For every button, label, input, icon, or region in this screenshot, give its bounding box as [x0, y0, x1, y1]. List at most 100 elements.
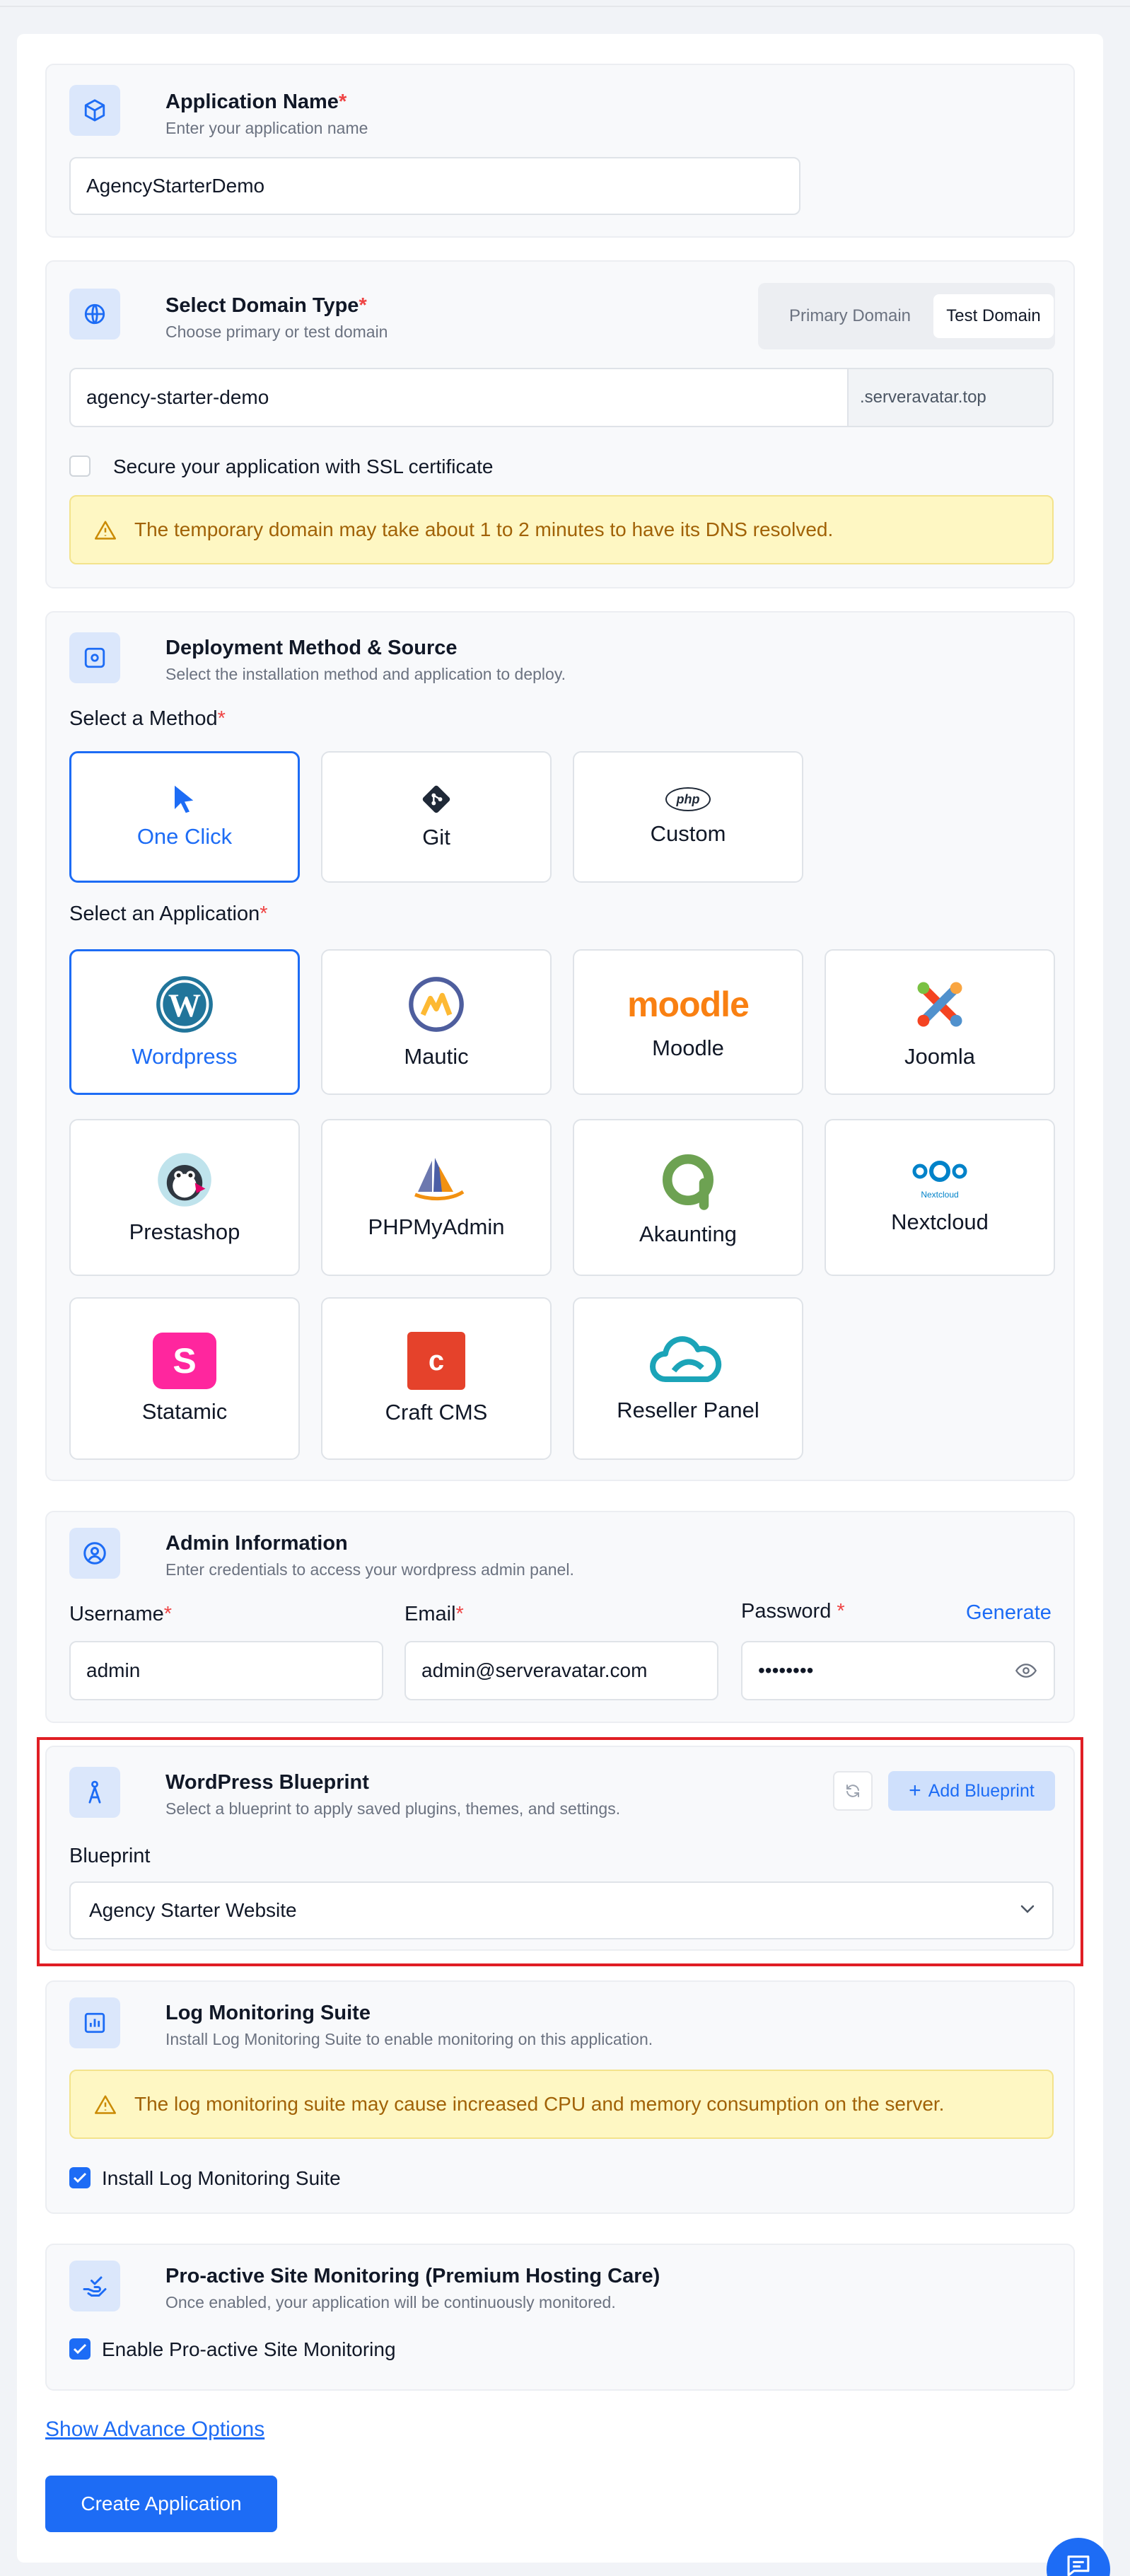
tab-test-domain[interactable]: Test Domain	[933, 294, 1054, 338]
refresh-icon	[846, 1785, 859, 1797]
domain-type-title: Select Domain Type*	[165, 294, 367, 317]
application-name-title: Application Name*	[165, 91, 347, 113]
admin-info-card: Admin Information Enter credentials to a…	[45, 1511, 1075, 1723]
app-wordpress[interactable]: W Wordpress	[69, 949, 300, 1095]
git-icon	[422, 785, 450, 813]
plus-icon: +	[909, 1779, 921, 1802]
username-input[interactable]: admin	[69, 1641, 383, 1700]
admin-info-title: Admin Information	[165, 1532, 348, 1555]
globe-icon	[69, 289, 120, 340]
user-circle-icon	[69, 1528, 120, 1579]
log-monitoring-checkbox[interactable]	[69, 2167, 91, 2188]
warning-icon	[95, 518, 119, 542]
method-git[interactable]: Git	[321, 751, 552, 883]
method-label: Select a Method*	[69, 707, 226, 730]
chevron-down-icon	[1020, 1905, 1035, 1913]
prestashop-icon	[158, 1153, 211, 1207]
craft-cms-icon: c	[407, 1332, 465, 1390]
nextcloud-icon	[912, 1161, 967, 1182]
domain-type-subtitle: Choose primary or test domain	[165, 323, 388, 341]
generate-password-link[interactable]: Generate	[966, 1601, 1052, 1625]
admin-info-subtitle: Enter credentials to access your wordpre…	[165, 1560, 574, 1579]
application-name-card: Application Name* Enter your application…	[45, 64, 1075, 238]
domain-type-card: Select Domain Type* Choose primary or te…	[45, 260, 1075, 588]
akaunting-icon	[663, 1154, 713, 1210]
proactive-monitoring-checkbox-label: Enable Pro-active Site Monitoring	[102, 2338, 396, 2360]
proactive-monitoring-card: Pro-active Site Monitoring (Premium Host…	[45, 2244, 1075, 2391]
blueprint-select[interactable]: Agency Starter Website	[69, 1881, 1054, 1939]
hand-check-icon	[69, 2261, 120, 2311]
add-blueprint-button[interactable]: + Add Blueprint	[888, 1771, 1055, 1811]
wordpress-icon: W	[156, 976, 213, 1033]
app-prestashop[interactable]: Prestashop	[69, 1119, 300, 1276]
deploy-icon	[69, 632, 120, 683]
domain-value: agency-starter-demo	[86, 386, 269, 408]
create-application-button[interactable]: Create Application	[45, 2476, 277, 2532]
blueprint-subtitle: Select a blueprint to apply saved plugin…	[165, 1799, 621, 1818]
log-monitoring-subtitle: Install Log Monitoring Suite to enable m…	[165, 2030, 653, 2048]
joomla-icon	[917, 982, 962, 1027]
app-joomla[interactable]: Joomla	[825, 949, 1055, 1095]
tab-primary-domain[interactable]: Primary Domain	[767, 294, 933, 338]
deployment-subtitle: Select the installation method and appli…	[165, 665, 566, 683]
top-divider	[0, 6, 1130, 7]
php-icon: php	[665, 787, 711, 811]
blueprint-icon	[69, 1767, 120, 1818]
app-craft-cms[interactable]: c Craft CMS	[321, 1297, 552, 1460]
dns-warning: The temporary domain may take about 1 to…	[69, 495, 1054, 564]
nextcloud-wordmark: Nextcloud	[921, 1190, 959, 1200]
log-monitoring-checkbox-label: Install Log Monitoring Suite	[102, 2167, 341, 2189]
create-application-form: Application Name* Enter your application…	[17, 34, 1103, 2563]
app-reseller-panel[interactable]: Reseller Panel	[573, 1297, 803, 1460]
deployment-card: Deployment Method & Source Select the in…	[45, 611, 1075, 1481]
app-statamic[interactable]: S Statamic	[69, 1297, 300, 1460]
password-label: Password *	[741, 1600, 845, 1623]
application-name-input[interactable]: AgencyStarterDemo	[69, 157, 800, 215]
proactive-monitoring-checkbox[interactable]	[69, 2338, 91, 2360]
eye-icon[interactable]	[1015, 1662, 1037, 1679]
domain-tabs: Primary Domain Test Domain	[758, 283, 1055, 349]
log-warning: The log monitoring suite may cause incre…	[69, 2070, 1054, 2139]
proactive-monitoring-title: Pro-active Site Monitoring (Premium Host…	[165, 2265, 660, 2287]
app-mautic[interactable]: Mautic	[321, 949, 552, 1095]
method-custom[interactable]: php Custom	[573, 751, 803, 883]
app-nextcloud[interactable]: Nextcloud Nextcloud	[825, 1119, 1055, 1276]
check-icon	[73, 2172, 87, 2183]
refresh-button[interactable]	[833, 1771, 873, 1811]
dns-warning-text: The temporary domain may take about 1 to…	[134, 518, 834, 540]
username-label: Username*	[69, 1603, 173, 1625]
ssl-label: Secure your application with SSL certifi…	[113, 456, 494, 477]
app-akaunting[interactable]: Akaunting	[573, 1119, 803, 1276]
proactive-monitoring-subtitle: Once enabled, your application will be c…	[165, 2293, 616, 2311]
cube-icon	[69, 85, 120, 136]
check-icon	[73, 2343, 87, 2355]
chat-icon	[1067, 2555, 1090, 2576]
wordpress-blueprint-card: WordPress Blueprint Select a blueprint t…	[45, 1746, 1075, 1951]
phpmyadmin-icon	[414, 1158, 465, 1201]
statamic-icon: S	[153, 1333, 216, 1389]
bar-chart-icon	[69, 1997, 120, 2048]
log-monitoring-card: Log Monitoring Suite Install Log Monitor…	[45, 1980, 1075, 2214]
email-input[interactable]: admin@serveravatar.com	[404, 1641, 718, 1700]
email-label: Email*	[404, 1603, 464, 1625]
log-warning-text: The log monitoring suite may cause incre…	[134, 2093, 945, 2115]
password-input[interactable]: ••••••••	[741, 1641, 1055, 1700]
ssl-checkbox[interactable]	[69, 456, 91, 477]
method-one-click[interactable]: One Click	[69, 751, 300, 883]
svg-text:W: W	[168, 987, 201, 1023]
domain-suffix: .serveravatar.top	[847, 369, 1052, 426]
show-advance-options-link[interactable]: Show Advance Options	[45, 2418, 264, 2442]
mautic-icon	[409, 977, 464, 1032]
application-name-subtitle: Enter your application name	[165, 119, 368, 137]
cursor-icon	[175, 785, 194, 813]
reseller-panel-icon	[650, 1336, 722, 1382]
domain-input[interactable]: agency-starter-demo .serveravatar.top	[69, 368, 1054, 427]
log-monitoring-title: Log Monitoring Suite	[165, 2002, 371, 2024]
app-moodle[interactable]: moodle Moodle	[573, 949, 803, 1095]
moodle-icon: moodle	[627, 985, 750, 1024]
app-phpmyadmin[interactable]: PHPMyAdmin	[321, 1119, 552, 1276]
deployment-title: Deployment Method & Source	[165, 637, 458, 659]
blueprint-title: WordPress Blueprint	[165, 1771, 369, 1794]
blueprint-label: Blueprint	[69, 1845, 151, 1867]
warning-icon	[95, 2092, 119, 2116]
